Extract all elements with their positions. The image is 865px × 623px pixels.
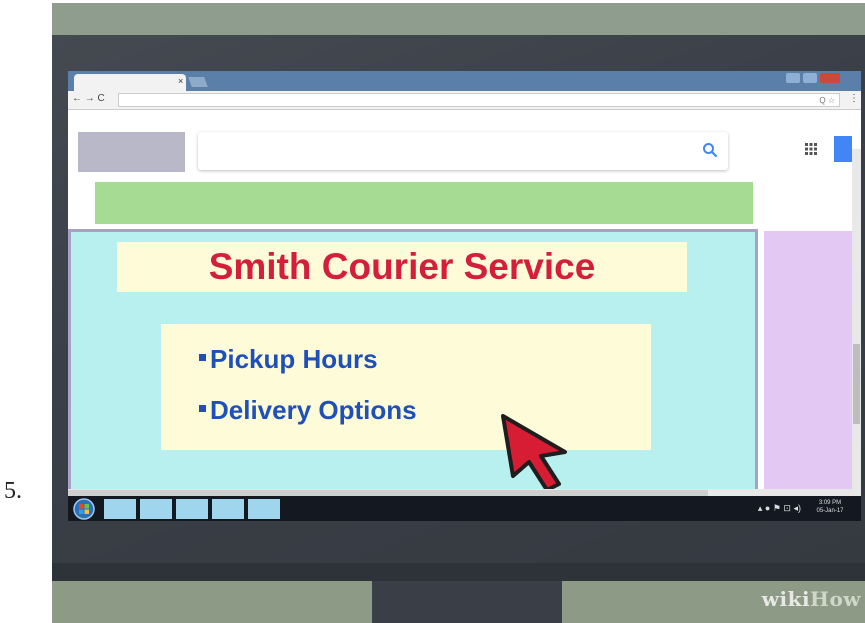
search-input[interactable] — [198, 132, 728, 170]
taskbar: ▴ ● ⚑ ⊡ ◂) 3:09 PM 05-Jan-17 — [68, 496, 861, 521]
taskbar-app-1[interactable] — [104, 499, 136, 519]
link-delivery-options[interactable]: Delivery Options — [199, 395, 417, 426]
clock[interactable]: 3:09 PM 05-Jan-17 — [805, 499, 855, 515]
wall — [52, 3, 865, 39]
vertical-scrollbar[interactable] — [852, 149, 861, 521]
wikihow-logo: wikiHow — [761, 587, 861, 611]
monitor-bezel-bottom — [52, 563, 865, 583]
address-bar[interactable]: Q ☆ — [118, 93, 840, 107]
minimize-button[interactable] — [786, 73, 800, 83]
apps-grid-icon[interactable] — [804, 142, 818, 156]
page-title: Smith Courier Service — [208, 246, 596, 287]
scroll-thumb[interactable] — [853, 344, 860, 424]
system-tray[interactable]: ▴ ● ⚑ ⊡ ◂) — [758, 503, 801, 514]
bullet-icon — [199, 404, 206, 412]
browser-toolbar: ← → C Q ☆ ⋮ — [68, 91, 861, 110]
green-banner — [95, 182, 753, 224]
nav-buttons[interactable]: ← → C — [72, 93, 105, 104]
link-pickup-hours[interactable]: Pickup Hours — [199, 344, 378, 375]
browser-tab[interactable]: × — [74, 74, 186, 91]
site-content: Smith Courier Service Pickup Hours Deliv… — [68, 229, 758, 495]
browser-tab-bar: × — [68, 71, 861, 91]
web-page: Smith Courier Service Pickup Hours Deliv… — [68, 110, 861, 521]
step-number: 5. — [4, 478, 22, 504]
illustration: wikiHow × ← → C Q ☆ ⋮ Smith Courier Serv… — [52, 3, 865, 623]
close-window-button[interactable] — [820, 73, 840, 83]
site-logo-placeholder — [78, 132, 185, 172]
taskbar-app-3[interactable] — [176, 499, 208, 519]
taskbar-app-4[interactable] — [212, 499, 244, 519]
monitor-stand — [372, 581, 562, 623]
close-tab-icon[interactable]: × — [178, 76, 183, 86]
sidebar-panel — [764, 231, 855, 489]
zoom-star-icon[interactable]: Q ☆ — [819, 96, 835, 105]
maximize-button[interactable] — [803, 73, 817, 83]
title-box: Smith Courier Service — [117, 242, 687, 292]
search-icon[interactable] — [702, 142, 718, 158]
taskbar-app-2[interactable] — [140, 499, 172, 519]
account-button[interactable] — [834, 136, 852, 162]
bullet-icon — [199, 353, 206, 361]
taskbar-app-5[interactable] — [248, 499, 280, 519]
screen: × ← → C Q ☆ ⋮ Smith Courier Service Pick… — [68, 71, 861, 521]
new-tab-button[interactable] — [188, 77, 208, 87]
links-box: Pickup Hours Delivery Options — [161, 324, 651, 450]
menu-icon[interactable]: ⋮ — [849, 93, 859, 104]
mouse-cursor-icon — [501, 414, 567, 492]
start-button-icon[interactable] — [71, 498, 97, 520]
